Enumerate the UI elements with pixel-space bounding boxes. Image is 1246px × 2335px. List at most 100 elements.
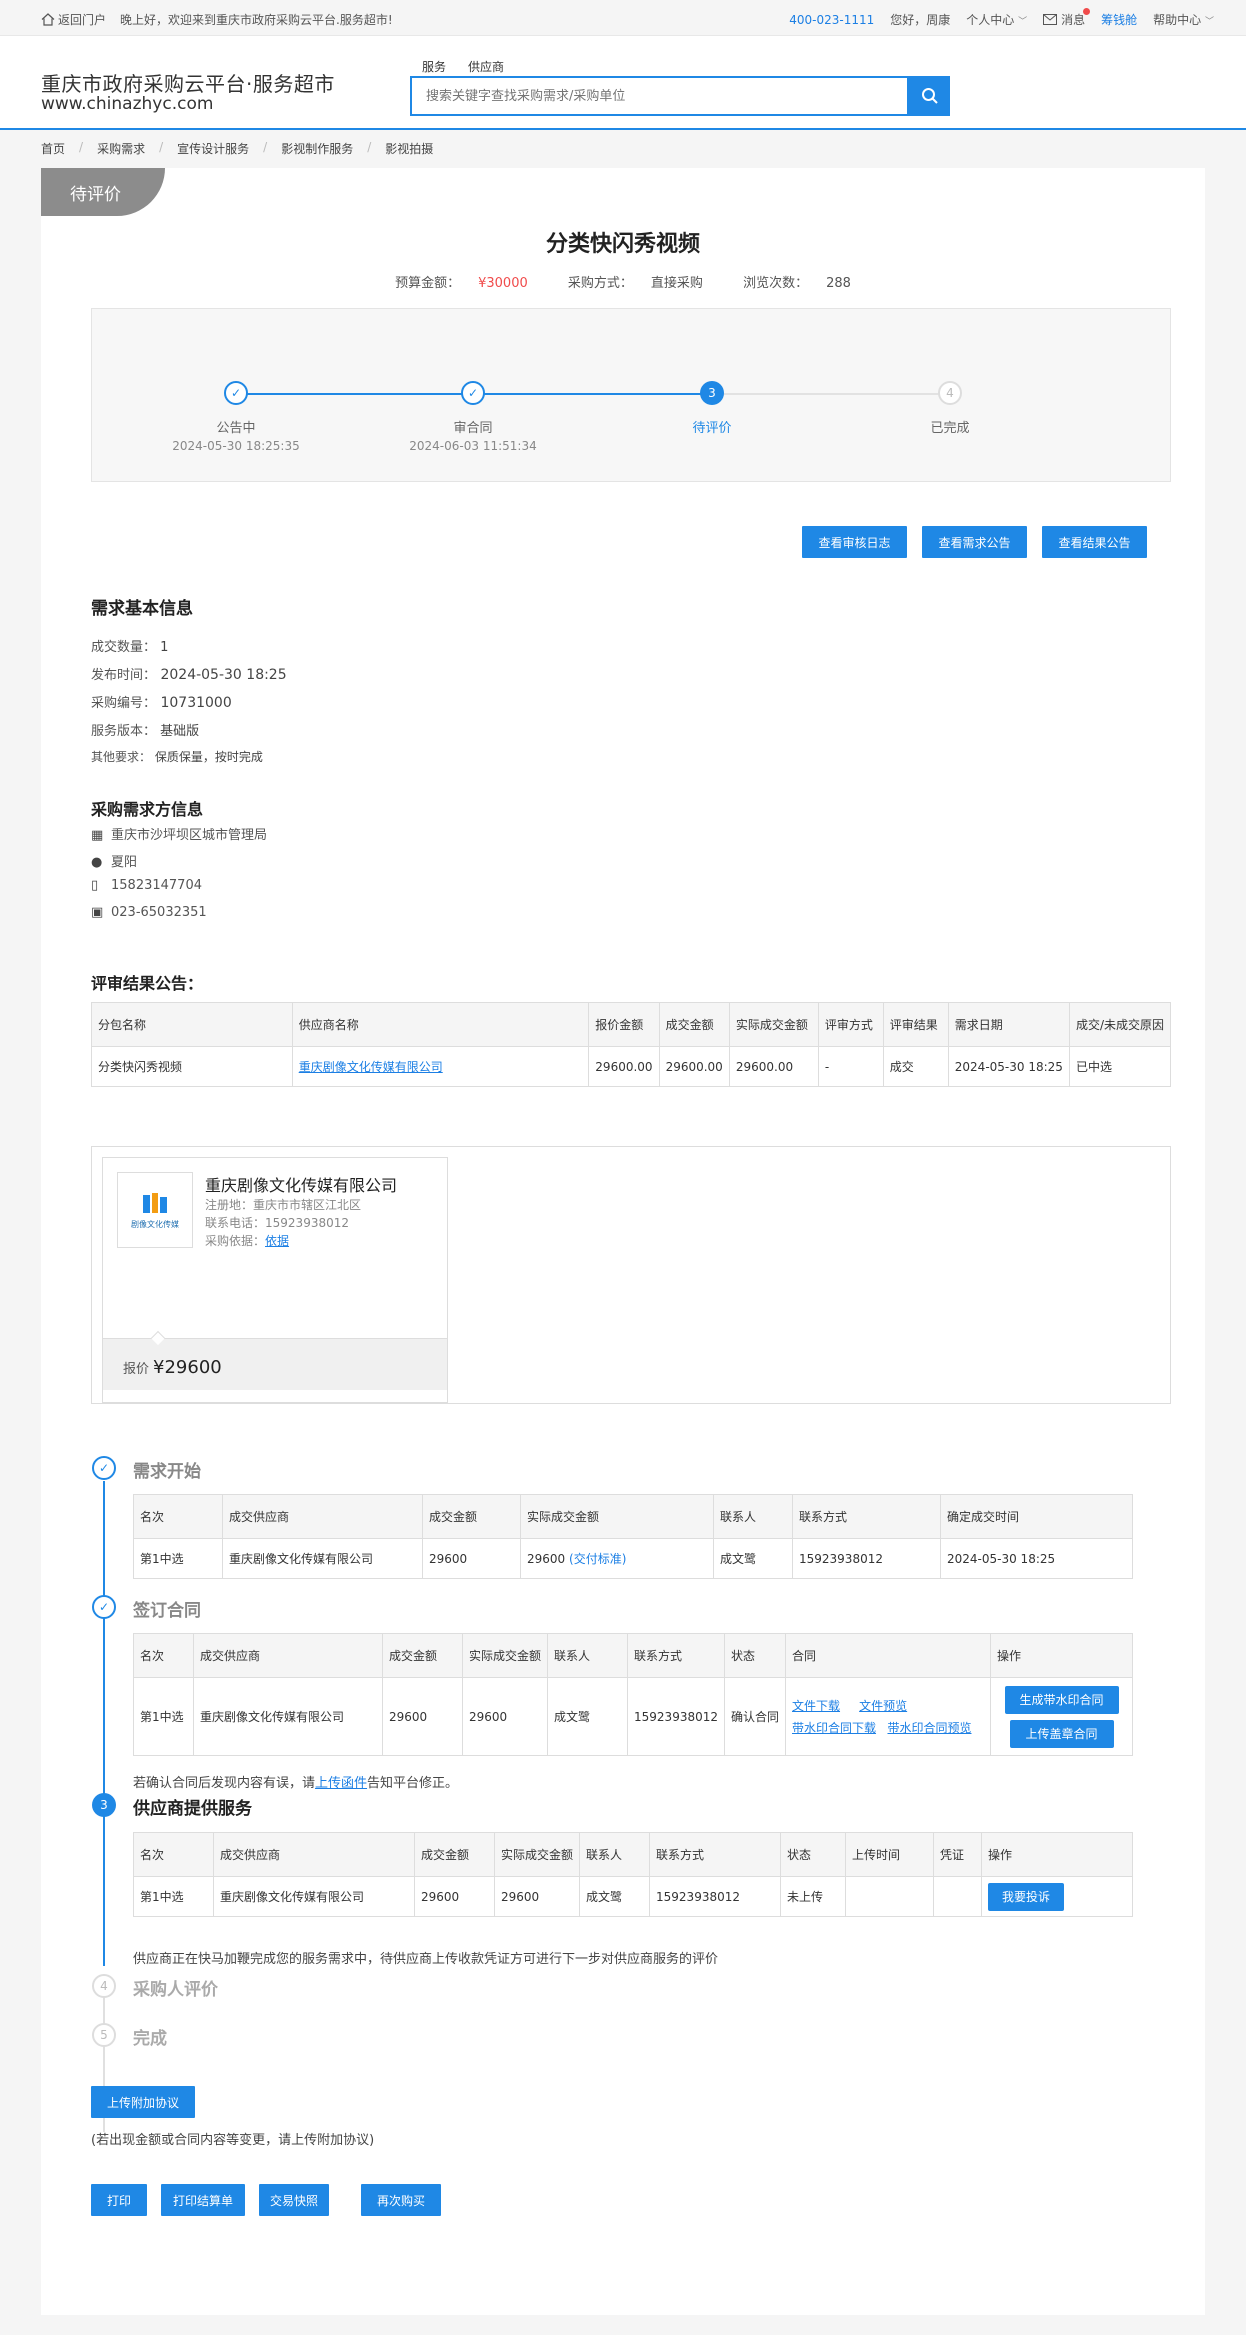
breadcrumb-item[interactable]: 首页 (41, 140, 65, 157)
budget-label: 预算金额： (395, 276, 461, 291)
breadcrumb-item[interactable]: 宣传设计服务 (177, 140, 249, 157)
logo-title[interactable]: 重庆市政府采购云平台·服务超市 (41, 68, 335, 97)
generate-watermark-contract-button[interactable]: 生成带水印合同 (1004, 1685, 1119, 1714)
search-tabs: 服务 供应商 (422, 58, 504, 75)
search-tab-service[interactable]: 服务 (422, 58, 446, 75)
progress-stepper: ✓ 公告中 2024-05-30 18:25:35 ✓ 审合同 2024-06-… (91, 308, 1171, 482)
upload-letter-link[interactable]: 上传函件 (315, 1776, 367, 1791)
help-center-menu[interactable]: 帮助中心 ﹀ (1153, 11, 1214, 28)
vendor-card[interactable]: 剧像文化传媒 重庆剧像文化传媒有限公司 注册地：重庆市市辖区江北区 联系电话：1… (102, 1157, 448, 1403)
vendor-price: 报价 ¥29600 (123, 1357, 222, 1378)
info-row: 发布时间： 2024-05-30 18:25 (91, 667, 287, 683)
notification-dot (1083, 8, 1091, 15)
step-2-date: 2024-06-03 11:51:34 (409, 439, 537, 453)
budget-value: ¥30000 (478, 276, 528, 291)
timeline-step-4-title: 采购人评价 (133, 1980, 218, 2000)
vendor-logo-mark (143, 1192, 167, 1213)
buyer-mobile: ▯ 15823147704 (91, 878, 202, 893)
timeline-step-1-title: 需求开始 (133, 1462, 201, 1482)
table-row: 第1中选 重庆剧像文化传媒有限公司 29600 29600 (交付标准) 成文鹭… (133, 1538, 1133, 1579)
watermark-preview-link[interactable]: 带水印合同预览 (887, 1721, 971, 1735)
step1-table: 名次 成交供应商 成交金额 实际成交金额 联系人 联系方式 确定成交时间 第1中… (133, 1494, 1133, 1579)
main-panel: 待评价 分类快闪秀视频 预算金额： ¥30000 采购方式： 直接采购 浏览次数： 2… (41, 168, 1205, 2315)
buyer-info-heading: 采购需求方信息 (91, 800, 204, 819)
step-1-date: 2024-05-30 18:25:35 (172, 439, 300, 453)
mobile-icon: ▯ (91, 878, 99, 893)
breadcrumb-item[interactable]: 采购需求 (97, 140, 145, 157)
hotline: 400-023-1111 (789, 12, 875, 27)
page-title: 分类快闪秀视频 (545, 232, 700, 257)
complain-button[interactable]: 我要投诉 (988, 1882, 1065, 1911)
personal-center-menu[interactable]: 个人中心 ﹀ (966, 11, 1027, 28)
phone-icon: ▣ (91, 905, 104, 920)
step-3-label: 待评价 (692, 421, 732, 436)
step3-table: 名次 成交供应商 成交金额 实际成交金额 联系人 联系方式 状态 上传时间 凭证… (133, 1832, 1133, 1917)
watermark-download-link[interactable]: 带水印合同下载 (792, 1721, 876, 1735)
vendor-basis: 采购依据：依据 (205, 1234, 290, 1248)
search-icon (921, 88, 938, 104)
user-icon: ● (91, 855, 103, 870)
status-ribbon: 待评价 (41, 168, 165, 216)
print-statement-button[interactable]: 打印结算单 (161, 2184, 245, 2216)
delivery-standard-link[interactable]: (交付标准) (569, 1552, 626, 1566)
buyer-org: ▦ 重庆市沙坪坝区城市管理局 (91, 828, 268, 843)
timeline-line (103, 1481, 105, 1966)
step-1-check-icon: ✓ (224, 381, 248, 405)
timeline-step-4-indicator: 4 (92, 1974, 116, 1998)
table-row: 第1中选 重庆剧像文化传媒有限公司 29600 29600 成文鹭 159239… (133, 1677, 1133, 1756)
timeline-check-icon: ✓ (92, 1456, 116, 1480)
timeline-step-5-indicator: 5 (92, 2023, 116, 2047)
view-demand-notice-button[interactable]: 查看需求公告 (922, 526, 1027, 558)
file-download-link[interactable]: 文件下载 (792, 1699, 840, 1713)
breadcrumb-item[interactable]: 影视拍摄 (385, 140, 433, 157)
user-greeting: 您好，周康 (890, 13, 951, 27)
mail-icon (1043, 14, 1058, 25)
timeline-step-3-indicator: 3 (92, 1793, 116, 1817)
vendor-logo: 剧像文化传媒 (117, 1172, 193, 1248)
search-box (410, 76, 909, 116)
file-preview-link[interactable]: 文件预览 (859, 1699, 907, 1713)
fsq-link[interactable]: 筹钱舱 (1101, 11, 1137, 28)
views-label: 浏览次数： (743, 276, 809, 291)
breadcrumb-item[interactable]: 影视制作服务 (281, 140, 353, 157)
upload-agreement-note: (若出现金额或合同内容等变更，请上传附加协议) (91, 2133, 375, 2148)
step-line-pending (712, 393, 950, 395)
building-icon: ▦ (91, 828, 104, 843)
messages-link[interactable]: 消息 (1043, 8, 1091, 28)
supplier-link[interactable]: 重庆剧像文化传媒有限公司 (299, 1060, 443, 1074)
contract-note: 若确认合同后发现内容有误，请上传函件告知平台修正。 (133, 1776, 459, 1791)
table-header-row: 分包名称 供应商名称 报价金额 成交金额 实际成交金额 评审方式 评审结果 需求… (91, 1002, 1172, 1047)
return-portal-link[interactable]: 返回门户 (41, 11, 106, 28)
table-row: 第1中选 重庆剧像文化传媒有限公司 29600 29600 成文鹭 159239… (133, 1876, 1133, 1917)
print-button[interactable]: 打印 (91, 2184, 147, 2216)
views-value: 288 (826, 276, 851, 291)
top-bar: 返回门户 晚上好，欢迎来到重庆市政府采购云平台.服务超市! 400-023-11… (0, 0, 1246, 36)
search-tab-supplier[interactable]: 供应商 (468, 58, 504, 75)
service-note: 供应商正在快马加鞭完成您的服务需求中，待供应商上传收款凭证方可进行下一步对供应商… (133, 1952, 719, 1967)
timeline-step-5-title: 完成 (133, 2029, 167, 2049)
search-button[interactable] (909, 76, 950, 116)
step-2-check-icon: ✓ (461, 381, 485, 405)
view-result-notice-button[interactable]: 查看结果公告 (1042, 526, 1147, 558)
upload-agreement-button[interactable]: 上传附加协议 (91, 2086, 195, 2118)
chevron-down-icon: ﹀ (1018, 17, 1028, 27)
search-input[interactable] (412, 78, 907, 114)
buy-again-button[interactable]: 再次购买 (361, 2184, 441, 2216)
info-row: 成交数量： 1 (91, 640, 169, 655)
method-label: 采购方式： (567, 276, 633, 291)
home-icon (41, 13, 55, 26)
result-notice-heading: 评审结果公告： (91, 974, 204, 993)
result-notice-table: 分包名称 供应商名称 报价金额 成交金额 实际成交金额 评审方式 评审结果 需求… (91, 1002, 1172, 1087)
timeline-check-icon: ✓ (92, 1595, 116, 1619)
trade-snapshot-button[interactable]: 交易快照 (259, 2184, 329, 2216)
step-3-indicator: 3 (700, 381, 724, 405)
view-audit-log-button[interactable]: 查看审核日志 (802, 526, 907, 558)
vendor-name: 重庆剧像文化传媒有限公司 (205, 1176, 398, 1195)
timeline-step-2-title: 签订合同 (133, 1601, 201, 1621)
vendor-logo-text: 剧像文化传媒 (131, 1219, 179, 1229)
timeline-step-3-title: 供应商提供服务 (133, 1799, 252, 1819)
info-row: 采购编号： 10731000 (91, 695, 232, 711)
upload-stamped-contract-button[interactable]: 上传盖章合同 (1009, 1719, 1114, 1748)
project-meta: 预算金额： ¥30000 采购方式： 直接采购 浏览次数： 288 (41, 272, 1205, 291)
basis-link[interactable]: 依据 (265, 1234, 289, 1248)
